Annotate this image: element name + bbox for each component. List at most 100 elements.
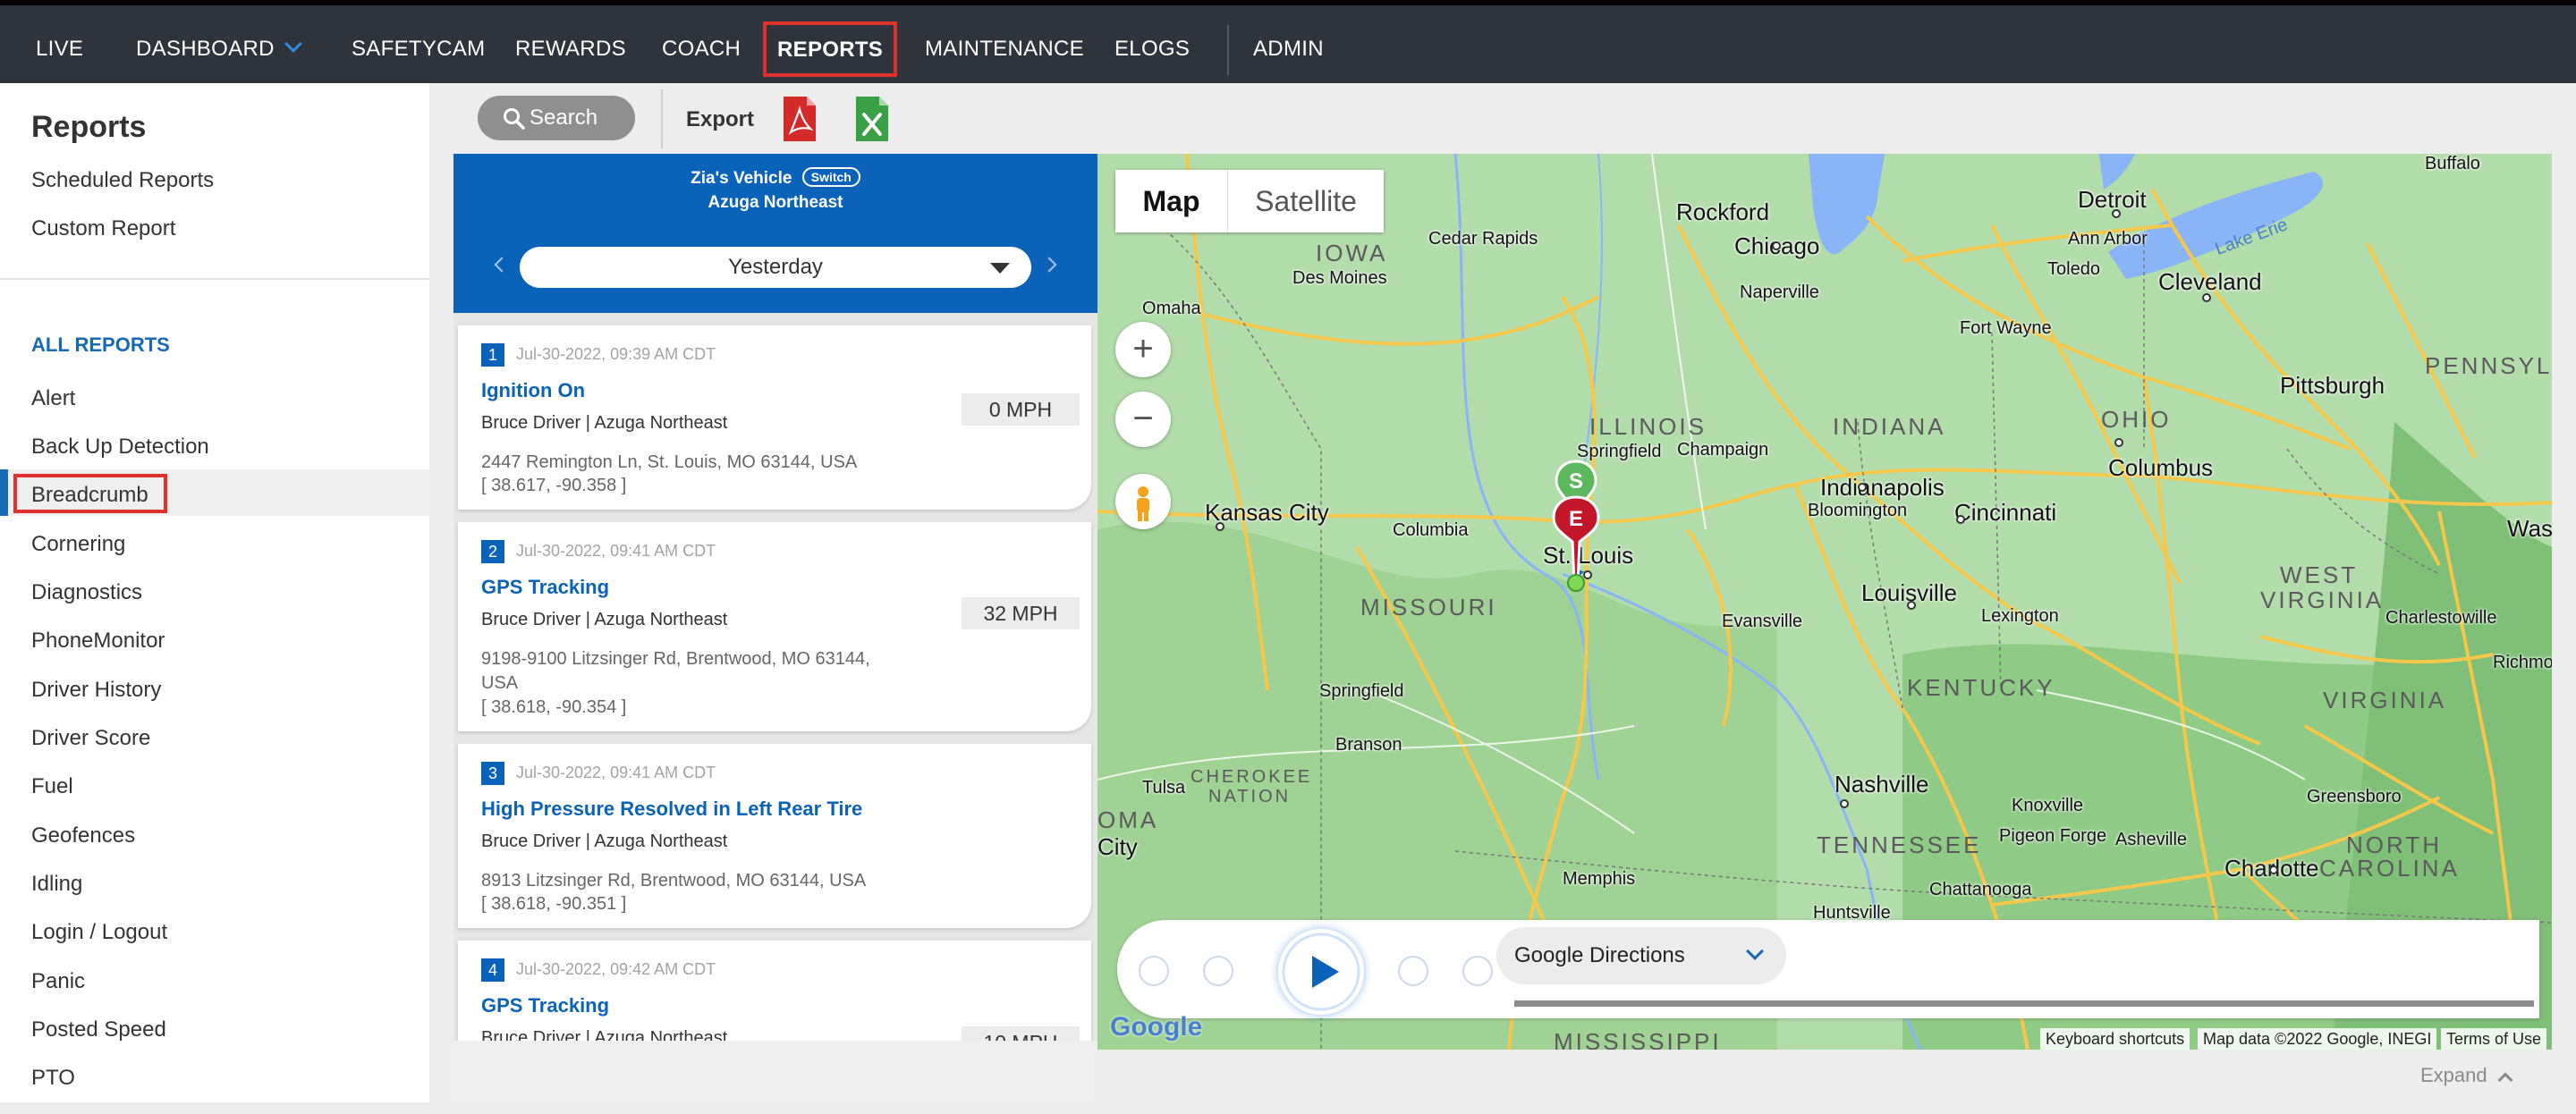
map-label-pittsburgh: Pittsburgh: [2280, 372, 2385, 399]
event-number: 1: [481, 343, 504, 367]
street-view-pegman-icon[interactable]: [1115, 474, 1171, 529]
nav-reports[interactable]: REPORTS: [763, 21, 898, 77]
map-label-detroit: Detroit: [2078, 186, 2147, 213]
sidebar-item-geofences[interactable]: Geofences: [31, 823, 135, 848]
nav-dashboard[interactable]: DASHBOARD: [136, 11, 302, 88]
route-markers[interactable]: S E: [1545, 458, 1607, 601]
event-timestamp: Jul-30-2022, 09:41 AM CDT: [516, 764, 716, 781]
map-label-pigeon-forge: Pigeon Forge: [1999, 826, 2107, 846]
next-day-icon[interactable]: [1041, 257, 1057, 273]
play-button[interactable]: [1278, 929, 1364, 1015]
excel-icon[interactable]: [854, 97, 890, 141]
sidebar-item-cornering[interactable]: Cornering: [31, 532, 125, 557]
skip-to-start-icon[interactable]: [1139, 956, 1169, 986]
nav-rewards[interactable]: REWARDS: [515, 11, 626, 88]
nav-admin[interactable]: ADMIN: [1253, 11, 1324, 88]
map-state-illinois: ILLINOIS: [1589, 413, 1707, 440]
city-dot: [2112, 209, 2121, 218]
city-dot: [1840, 799, 1849, 808]
event-card[interactable]: 3 Jul-30-2022, 09:41 AM CDT High Pressur…: [458, 744, 1091, 928]
sidebar-item-login-logout[interactable]: Login / Logout: [31, 920, 167, 945]
map-label-greensboro: Greensboro: [2307, 787, 2402, 806]
sidebar-item-alert[interactable]: Alert: [31, 386, 75, 411]
terms-of-use-link[interactable]: Terms of Use: [2441, 1028, 2547, 1050]
event-timestamp: Jul-30-2022, 09:39 AM CDT: [516, 345, 716, 363]
map-label-des-moines: Des Moines: [1292, 268, 1387, 288]
map-label-chattanooga: Chattanooga: [1929, 880, 2032, 899]
event-speed: 32 MPH: [962, 597, 1080, 629]
sidebar-item-diagnostics[interactable]: Diagnostics: [31, 580, 142, 605]
zoom-out-button[interactable]: −: [1115, 392, 1171, 447]
skip-to-end-icon[interactable]: [1462, 956, 1493, 986]
zoom-in-button[interactable]: +: [1115, 322, 1171, 377]
date-filter-select[interactable]: Yesterday: [520, 247, 1031, 288]
event-driver: Bruce Driver | Azuga Northeast: [481, 610, 728, 629]
vehicle-title: Zia's Vehicle Switch: [453, 167, 1097, 189]
event-address: 2447 Remington Ln, St. Louis, MO 63144, …: [481, 452, 858, 472]
nav-coach[interactable]: COACH: [662, 11, 741, 88]
fast-forward-icon[interactable]: [1398, 956, 1428, 986]
map-state-ohio: OHIO: [2101, 406, 2172, 433]
directions-provider-select[interactable]: Google Directions: [1496, 927, 1786, 984]
nav-safetycam[interactable]: SAFETYCAM: [352, 11, 485, 88]
map-state-west-virginia: VIRGINIA: [2260, 587, 2385, 613]
end-marker-label: E: [1569, 507, 1583, 531]
map-type-satellite-button[interactable]: Satellite: [1227, 170, 1384, 232]
breadcrumb-event-panel: Zia's Vehicle Switch Azuga Northeast Yes…: [453, 154, 1097, 1101]
event-number: 2: [481, 540, 504, 563]
map-label-lexington: Lexington: [1981, 606, 2059, 626]
sidebar-item-driver-history[interactable]: Driver History: [31, 678, 161, 703]
map-state-pennsylvania: PENNSYL: [2425, 352, 2552, 379]
sidebar-item-fuel[interactable]: Fuel: [31, 774, 73, 799]
vehicle-group: Azuga Northeast: [708, 193, 843, 212]
event-card[interactable]: 1 Jul-30-2022, 09:39 AM CDT Ignition On …: [458, 325, 1091, 510]
map-label-nashville: Nashville: [1835, 771, 1929, 798]
event-card[interactable]: 2 Jul-30-2022, 09:41 AM CDT GPS Tracking…: [458, 522, 1091, 731]
map-label-rockford: Rockford: [1676, 198, 1770, 225]
event-address: 8913 Litzsinger Rd, Brentwood, MO 63144,…: [481, 871, 867, 890]
event-type-link[interactable]: Ignition On: [481, 379, 585, 402]
sidebar-link-custom-report[interactable]: Custom Report: [31, 216, 175, 241]
sidebar-item-posted-speed[interactable]: Posted Speed: [31, 1017, 166, 1042]
chevron-up-icon: [2497, 1072, 2513, 1088]
sidebar-item-back-up-detection[interactable]: Back Up Detection: [31, 435, 209, 460]
search-button[interactable]: Search: [478, 96, 635, 140]
route-map[interactable]: Rockford Cedar Rapids Chicago Naperville…: [1097, 154, 2552, 1050]
sidebar-item-driver-score[interactable]: Driver Score: [31, 726, 150, 751]
sidebar-item-panic[interactable]: Panic: [31, 969, 85, 994]
previous-day-icon[interactable]: [494, 257, 510, 273]
map-label-cedar-rapids: Cedar Rapids: [1428, 229, 1538, 249]
map-label-richmond: Richmor: [2493, 653, 2552, 672]
vehicle-header: Zia's Vehicle Switch Azuga Northeast Yes…: [453, 154, 1097, 313]
vehicle-name: Zia's Vehicle: [691, 169, 792, 188]
map-label-charlestowille: Charlestowille: [2385, 608, 2497, 628]
sidebar-item-phonemonitor[interactable]: PhoneMonitor: [31, 629, 165, 654]
sidebar-item-idling[interactable]: Idling: [31, 872, 82, 897]
pdf-icon[interactable]: [782, 97, 818, 141]
event-type-link[interactable]: High Pressure Resolved in Left Rear Tire: [481, 798, 862, 821]
switch-vehicle-button[interactable]: Switch: [801, 167, 860, 187]
event-coordinates: [ 38.618, -90.354 ]: [481, 697, 627, 717]
playback-progress-track[interactable]: [1514, 1000, 2534, 1007]
city-dot: [2202, 293, 2211, 302]
sidebar-item-pto[interactable]: PTO: [31, 1066, 75, 1091]
map-label-cincinnati: Cincinnati: [1954, 499, 2057, 526]
map-label-omaha: Omaha: [1142, 299, 1201, 318]
nav-maintenance[interactable]: MAINTENANCE: [925, 11, 1084, 88]
chevron-down-icon: [1746, 942, 1764, 960]
event-type-link[interactable]: GPS Tracking: [481, 576, 609, 599]
map-label-asheville: Asheville: [2115, 830, 2188, 849]
pegman-icon: [1137, 486, 1149, 521]
expand-button[interactable]: Expand: [2420, 1064, 2513, 1088]
rewind-icon[interactable]: [1203, 956, 1233, 986]
sidebar-item-breadcrumb[interactable]: Breadcrumb: [31, 483, 148, 508]
map-label-city: City: [1097, 833, 1138, 860]
map-label-memphis: Memphis: [1563, 869, 1636, 889]
map-type-map-button[interactable]: Map: [1115, 170, 1227, 232]
nav-live[interactable]: LIVE: [36, 11, 83, 88]
map-label-kansas-city: Kansas City: [1205, 499, 1329, 526]
event-type-link[interactable]: GPS Tracking: [481, 994, 609, 1017]
keyboard-shortcuts-link[interactable]: Keyboard shortcuts: [2040, 1028, 2190, 1050]
sidebar-link-scheduled-reports[interactable]: Scheduled Reports: [31, 168, 214, 193]
nav-elogs[interactable]: ELOGS: [1114, 11, 1190, 88]
